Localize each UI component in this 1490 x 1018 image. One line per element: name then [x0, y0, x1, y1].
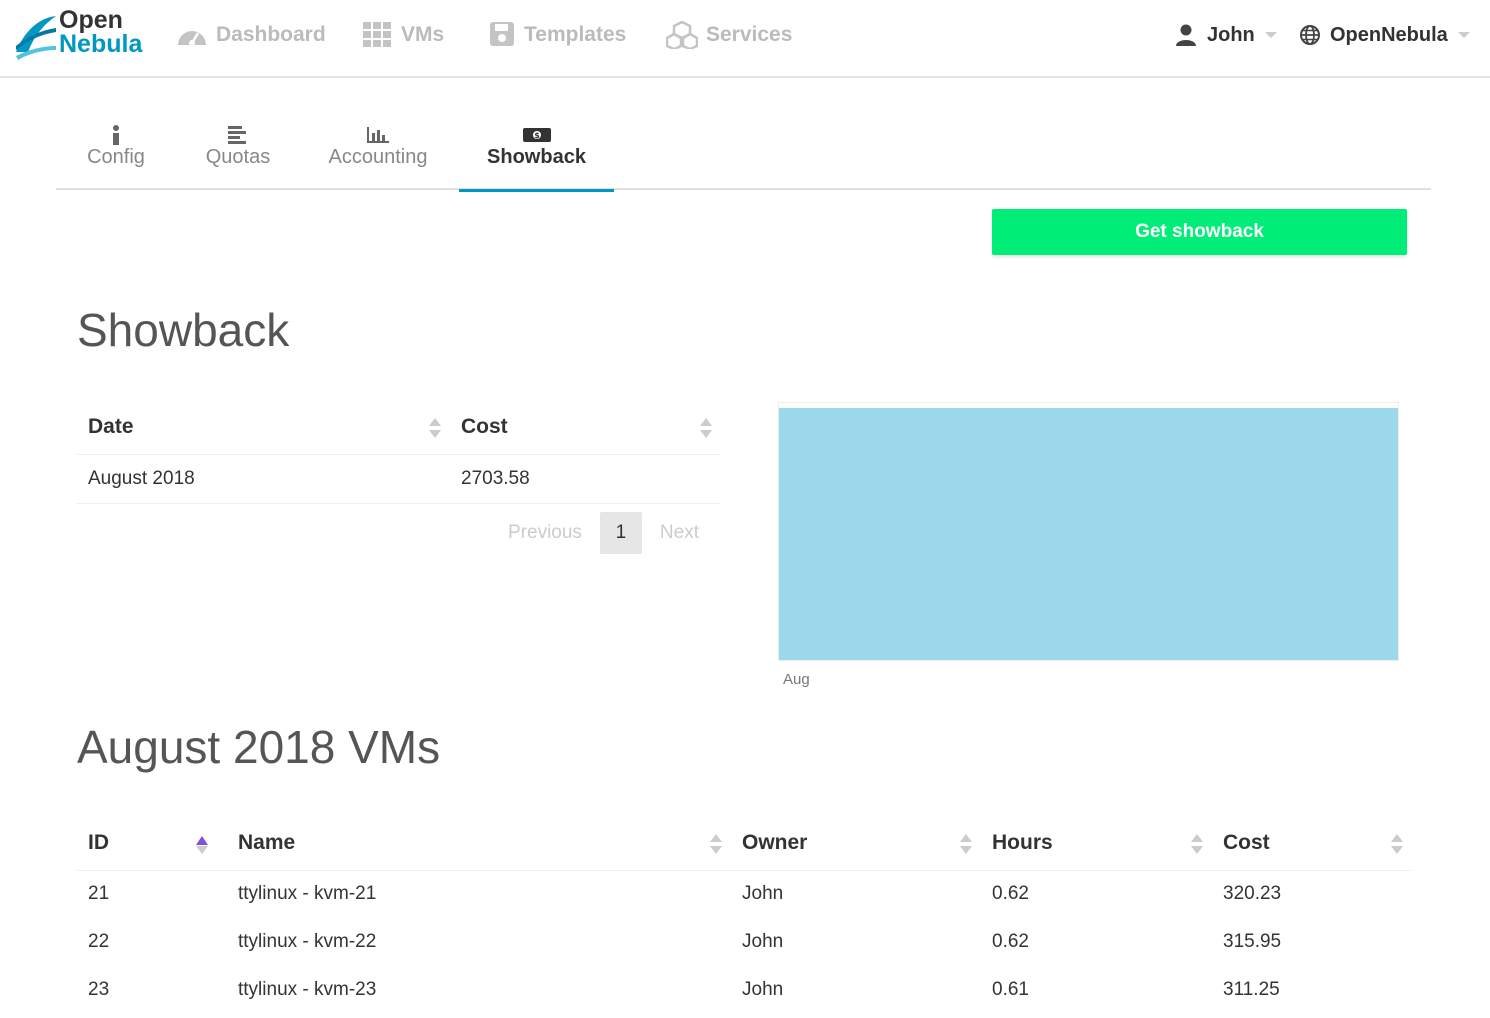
tab-config-label: Config	[87, 146, 145, 168]
cell-id: 22	[88, 931, 110, 952]
tab-accounting[interactable]: Accounting	[320, 110, 436, 190]
column-header-name[interactable]: Name	[226, 816, 730, 871]
grid-icon	[363, 22, 391, 47]
showback-heading: Showback	[77, 304, 290, 356]
cell-name: ttylinux - kvm-23	[238, 979, 377, 1000]
align-left-icon	[228, 124, 248, 146]
pagination-previous[interactable]: Previous	[496, 522, 594, 544]
pagination-next[interactable]: Next	[648, 522, 711, 544]
showback-table: Date Cost August 2018 2703.58	[76, 400, 720, 504]
column-header-hours-label: Hours	[992, 830, 1053, 854]
column-header-owner[interactable]: Owner	[730, 816, 980, 871]
chevron-down-icon	[1457, 32, 1470, 38]
cell-owner: John	[742, 931, 784, 952]
logo-text: Open Nebula	[59, 6, 143, 58]
vms-heading: August 2018 VMs	[77, 721, 441, 773]
nav-templates-label: Templates	[524, 23, 627, 46]
table-row[interactable]: 22 ttylinux - kvm-22 John 0.62 315.95	[76, 918, 1411, 966]
sort-icon	[700, 418, 712, 440]
nav-services-label: Services	[706, 23, 793, 46]
user-name: John	[1207, 23, 1255, 46]
logo-open-text: Open	[59, 6, 123, 34]
sort-icon	[1391, 834, 1403, 856]
sort-icon	[710, 834, 722, 856]
column-header-date[interactable]: Date	[76, 400, 449, 455]
opennebula-logo[interactable]: Open Nebula	[14, 8, 159, 64]
table-row[interactable]: August 2018 2703.58	[76, 454, 720, 504]
dashboard-icon	[178, 31, 206, 46]
tab-config[interactable]: Config	[74, 110, 158, 190]
sort-icon	[960, 834, 972, 856]
zone-name: OpenNebula	[1330, 23, 1448, 46]
tab-accounting-label: Accounting	[328, 146, 428, 168]
get-showback-button[interactable]: Get showback	[992, 209, 1407, 255]
column-header-cost[interactable]: Cost	[449, 400, 720, 455]
column-header-hours[interactable]: Hours	[980, 816, 1211, 871]
cell-name: ttylinux - kvm-21	[238, 883, 377, 905]
nav-vms-label: VMs	[401, 23, 445, 46]
globe-icon	[1300, 25, 1320, 45]
bar-chart-icon	[367, 124, 389, 146]
save-icon	[490, 22, 514, 46]
money-icon: $	[522, 124, 551, 146]
sort-icon	[1191, 834, 1203, 856]
sort-icon	[429, 418, 441, 440]
column-header-date-label: Date	[88, 414, 134, 438]
cell-date: August 2018	[76, 454, 449, 504]
pagination-page[interactable]: 1	[599, 512, 642, 554]
table-row[interactable]: 23 ttylinux - kvm-23 John 0.61 311.25	[76, 966, 1411, 1014]
sort-asc-icon	[196, 834, 208, 856]
vms-table: ID Name Owner Hours Cost 21 ttylinux - k…	[76, 816, 1411, 1014]
chart-bar[interactable]	[779, 408, 1398, 660]
user-icon	[1176, 24, 1196, 46]
showback-chart: Aug	[778, 402, 1399, 688]
cell-cost: 315.95	[1223, 931, 1282, 952]
svg-text:$: $	[534, 131, 540, 140]
pagination: Previous 1 Next	[496, 512, 711, 554]
tab-quotas[interactable]: Quotas	[196, 110, 280, 190]
user-tabs: Config Quotas Accounting $ Showback	[56, 110, 1431, 192]
cell-cost: 2703.58	[449, 454, 720, 504]
cell-hours: 0.62	[992, 931, 1029, 952]
nav-vms[interactable]: VMs	[363, 20, 444, 50]
cell-id: 21	[88, 883, 110, 905]
cell-owner: John	[742, 979, 784, 1000]
column-header-id[interactable]: ID	[76, 816, 226, 871]
column-header-name-label: Name	[238, 830, 296, 854]
x-tick-label: Aug	[783, 671, 810, 688]
info-icon	[111, 124, 121, 146]
cell-hours: 0.62	[992, 883, 1029, 905]
cell-id: 23	[88, 979, 110, 1000]
logo-nebula-text: Nebula	[59, 30, 143, 58]
tab-quotas-label: Quotas	[205, 146, 271, 168]
column-header-owner-label: Owner	[742, 830, 808, 854]
cell-cost: 311.25	[1223, 979, 1280, 1000]
zone-menu[interactable]: OpenNebula	[1300, 20, 1470, 50]
cell-hours: 0.61	[992, 979, 1029, 1000]
chevron-down-icon	[1264, 32, 1277, 38]
cell-cost: 320.23	[1223, 883, 1282, 905]
cubes-icon	[666, 21, 698, 49]
tab-showback[interactable]: $ Showback	[459, 110, 614, 192]
cell-name: ttylinux - kvm-22	[238, 931, 377, 952]
user-menu[interactable]: John	[1175, 20, 1277, 50]
nav-templates[interactable]: Templates	[490, 20, 626, 50]
table-row[interactable]: 21 ttylinux - kvm-21 John 0.62 320.23	[76, 870, 1411, 918]
nav-services[interactable]: Services	[666, 20, 792, 50]
column-header-id-label: ID	[88, 830, 109, 854]
column-header-cost-label: Cost	[461, 414, 508, 438]
column-header-cost[interactable]: Cost	[1211, 816, 1411, 871]
logo-swoosh-icon	[16, 16, 56, 60]
cell-owner: John	[742, 883, 784, 905]
nav-dashboard-label: Dashboard	[216, 23, 326, 46]
tab-showback-label: Showback	[487, 146, 586, 168]
top-bar: Open Nebula Dashboard VMs Templates Serv…	[0, 0, 1490, 78]
nav-dashboard[interactable]: Dashboard	[176, 20, 326, 50]
column-header-vm-cost-label: Cost	[1223, 830, 1270, 854]
